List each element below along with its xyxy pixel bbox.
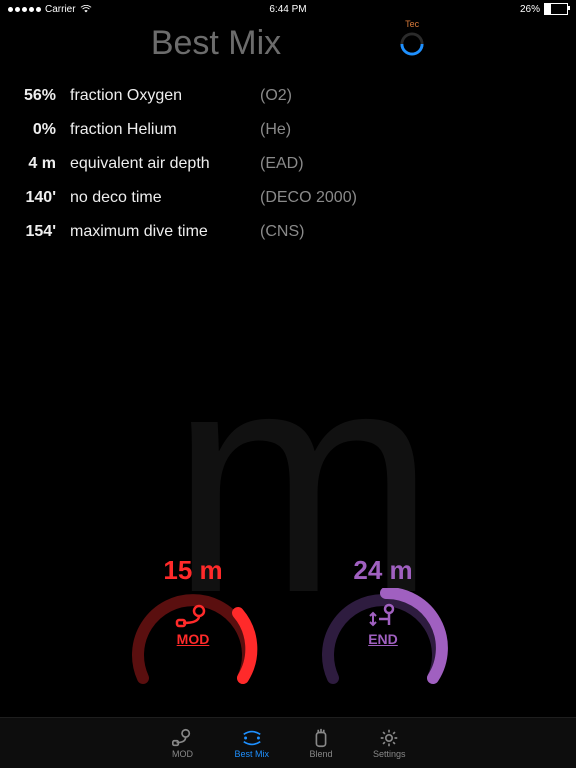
row-label: maximum dive time xyxy=(70,223,260,241)
wifi-icon xyxy=(80,5,92,13)
status-right: 26% xyxy=(381,3,568,15)
tab-bar: MOD Best Mix Blend Settings xyxy=(0,717,576,768)
tab-bestmix[interactable]: Best Mix xyxy=(234,727,269,759)
dials: 15 m MOD 24 m END xyxy=(0,555,576,688)
tec-label: Tec xyxy=(405,19,419,29)
row-value: 4 m xyxy=(0,155,70,173)
regulator-icon xyxy=(175,603,211,629)
mix-icon xyxy=(240,727,264,749)
battery-label: 26% xyxy=(520,4,540,15)
row-oxygen: 56% fraction Oxygen (O2) xyxy=(0,79,576,113)
tab-label: MOD xyxy=(172,749,193,759)
row-cns: 154' maximum dive time (CNS) xyxy=(0,215,576,249)
row-value: 56% xyxy=(0,87,70,105)
tec-ring-icon xyxy=(399,31,425,57)
gear-icon xyxy=(377,727,401,749)
end-dial[interactable]: 24 m END xyxy=(308,555,458,688)
carrier-label: Carrier xyxy=(45,4,76,15)
row-code: (EAD) xyxy=(260,155,566,173)
row-code: (CNS) xyxy=(260,223,566,241)
signal-icon xyxy=(8,7,41,12)
row-label: fraction Helium xyxy=(70,121,260,139)
mod-caption: MOD xyxy=(118,631,268,647)
row-code: (DECO 2000) xyxy=(260,189,566,207)
tec-toggle[interactable]: Tec xyxy=(399,31,425,57)
end-caption: END xyxy=(308,631,458,647)
row-value: 154' xyxy=(0,223,70,241)
tab-label: Best Mix xyxy=(234,749,269,759)
row-label: equivalent air depth xyxy=(70,155,260,173)
row-label: no deco time xyxy=(70,189,260,207)
row-code: (O2) xyxy=(260,87,566,105)
row-helium: 0% fraction Helium (He) xyxy=(0,113,576,147)
depth-icon xyxy=(365,603,401,629)
data-rows: 56% fraction Oxygen (O2) 0% fraction Hel… xyxy=(0,79,576,249)
battery-icon xyxy=(544,3,568,15)
row-ead: 4 m equivalent air depth (EAD) xyxy=(0,147,576,181)
row-value: 140' xyxy=(0,189,70,207)
row-value: 0% xyxy=(0,121,70,139)
tab-mod[interactable]: MOD xyxy=(170,727,194,759)
end-value: 24 m xyxy=(308,555,458,586)
mod-dial[interactable]: 15 m MOD xyxy=(118,555,268,688)
row-code: (He) xyxy=(260,121,566,139)
tab-settings[interactable]: Settings xyxy=(373,727,406,759)
row-deco: 140' no deco time (DECO 2000) xyxy=(0,181,576,215)
tank-icon xyxy=(309,727,333,749)
status-time: 6:44 PM xyxy=(195,4,382,15)
regulator-small-icon xyxy=(170,727,194,749)
status-left: Carrier xyxy=(8,4,195,15)
row-label: fraction Oxygen xyxy=(70,87,260,105)
tab-blend[interactable]: Blend xyxy=(309,727,333,759)
tab-label: Settings xyxy=(373,749,406,759)
mod-value: 15 m xyxy=(118,555,268,586)
tab-label: Blend xyxy=(309,749,332,759)
status-bar: Carrier 6:44 PM 26% xyxy=(0,0,576,18)
page-title: Best Mix xyxy=(151,24,281,63)
